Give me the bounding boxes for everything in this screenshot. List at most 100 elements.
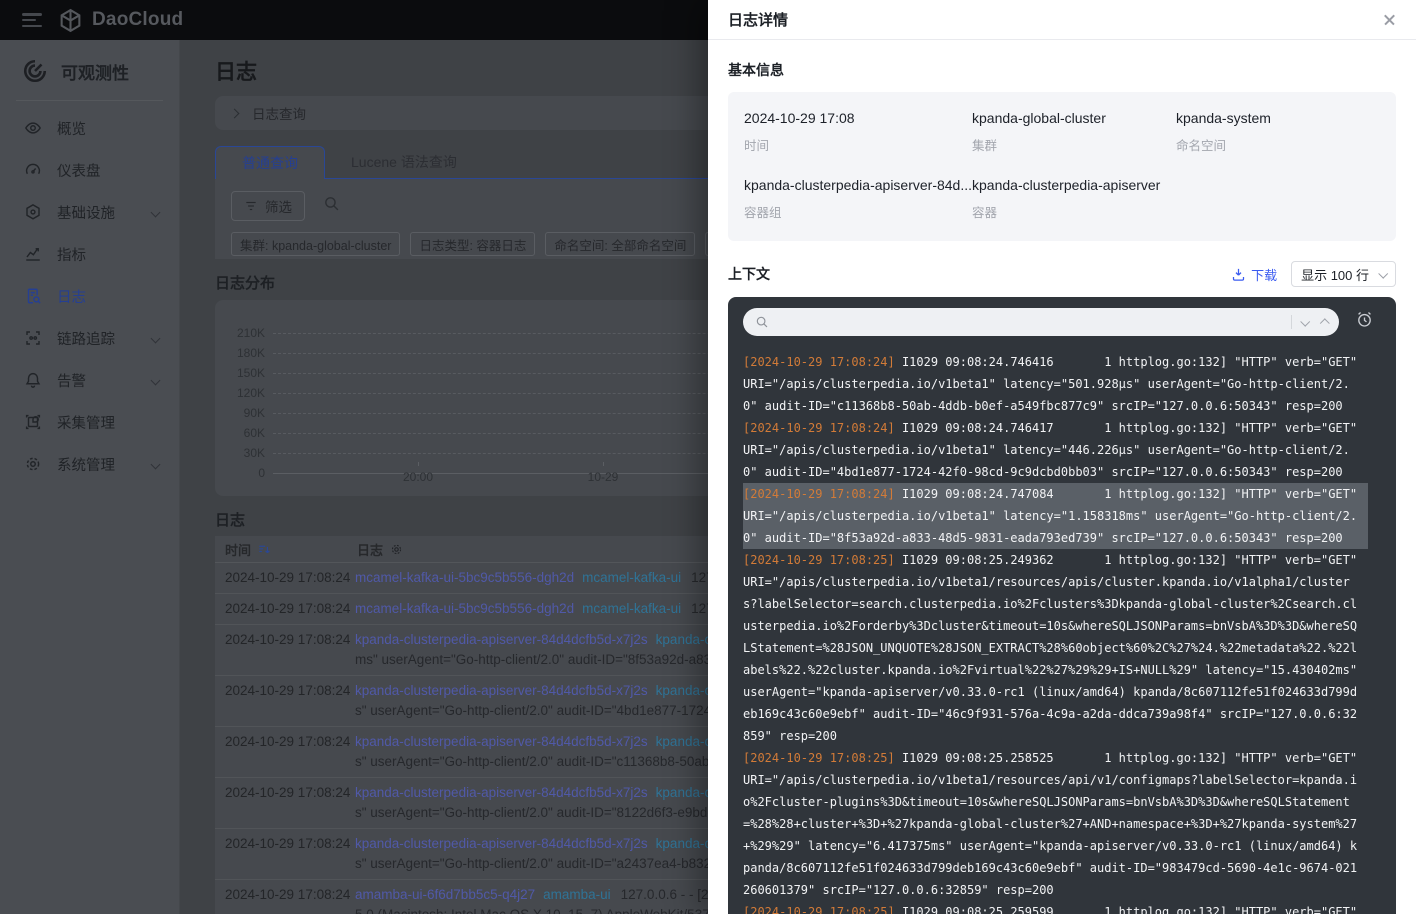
y-axis-tick-label: 120K	[227, 386, 265, 400]
prev-match-chevron-up-icon[interactable]	[1320, 318, 1330, 328]
log-line[interactable]: [2024-10-29 17:08:25] I1029 09:08:25.258…	[743, 747, 1360, 901]
pod-link[interactable]: mcamel-kafka-ui-5bc9c5b556-dgh2d	[355, 601, 574, 616]
sidebar-item-label: 系统管理	[57, 454, 152, 475]
log-line[interactable]: [2024-10-29 17:08:25] I1029 09:08:25.249…	[743, 549, 1360, 747]
log-search-input[interactable]	[769, 308, 1282, 336]
log-search-bar[interactable]	[743, 308, 1339, 336]
sidebar-item-logs[interactable]: 日志	[0, 275, 179, 317]
sidebar-item-system[interactable]: 系统管理	[0, 443, 179, 485]
y-axis-tick-label: 90K	[227, 406, 265, 420]
pod-link[interactable]: kpanda-clusterpedia-apiserver-84d4dcfb5d…	[355, 683, 648, 698]
info-field-label: 容器	[972, 202, 1176, 221]
log-line[interactable]: [2024-10-29 17:08:24] I1029 09:08:24.746…	[743, 417, 1360, 483]
log-timestamp: [2024-10-29 17:08:25]	[743, 905, 895, 914]
pod-link[interactable]: kpanda-clusterpedia-apiserver-84d4dcfb5d…	[355, 632, 648, 647]
context-toolbar: 上下文 下载 显示 100 行	[728, 261, 1396, 287]
context-title: 上下文	[728, 264, 1231, 284]
pod-link[interactable]: kpanda-clusterpedia-apiserver-84d4dcfb5d…	[355, 785, 648, 800]
log-line-highlighted[interactable]: [2024-10-29 17:08:24] I1029 09:08:24.747…	[743, 483, 1368, 549]
y-axis-tick-label: 0	[227, 466, 265, 480]
log-line[interactable]: [2024-10-29 17:08:24] I1029 09:08:24.746…	[743, 351, 1360, 417]
y-axis-tick-label: 180K	[227, 346, 265, 360]
container-link[interactable]: mcamel-kafka-ui	[582, 601, 681, 616]
hamburger-menu-icon[interactable]	[22, 13, 42, 27]
sidebar-nav: 概览仪表盘基础设施指标日志链路追踪告警采集管理系统管理	[0, 107, 179, 485]
pod-link[interactable]: mcamel-kafka-ui-5bc9c5b556-dgh2d	[355, 570, 574, 585]
log-time-cell: 2024-10-29 17:08:24	[215, 783, 355, 823]
info-field-value: kpanda-clusterpedia-apiserver-84d...	[744, 176, 972, 195]
sort-descending-icon[interactable]	[258, 543, 271, 556]
chevron-down-icon	[151, 207, 161, 217]
brand-logo[interactable]: DaoCloud	[58, 8, 183, 33]
sidebar-divider	[16, 100, 163, 101]
sidebar-item-collection[interactable]: 采集管理	[0, 401, 179, 443]
collector-icon	[24, 413, 42, 431]
filter-chip[interactable]: 集群: kpanda-global-cluster	[231, 232, 400, 256]
download-button[interactable]: 下载	[1231, 265, 1277, 284]
sidebar-item-alerts[interactable]: 告警	[0, 359, 179, 401]
sidebar-item-label: 告警	[57, 370, 152, 391]
log-timestamp: [2024-10-29 17:08:25]	[743, 751, 895, 765]
filter-chip[interactable]: 日志类型: 容器日志	[410, 232, 535, 256]
tab-normal-query[interactable]: 普通查询	[215, 146, 325, 179]
log-search-icon	[24, 287, 42, 305]
info-field: kpanda-system 命名空间	[1176, 109, 1380, 154]
log-timestamp: [2024-10-29 17:08:24]	[743, 355, 895, 369]
sidebar-item-infrastructure[interactable]: 基础设施	[0, 191, 179, 233]
y-axis-tick-label: 150K	[227, 366, 265, 380]
info-field-label: 命名空间	[1176, 135, 1380, 154]
container-link[interactable]: mcamel-kafka-ui	[582, 570, 681, 585]
y-axis-tick-label: 210K	[227, 326, 265, 340]
info-field-label: 容器组	[744, 202, 972, 221]
log-timestamp: [2024-10-29 17:08:24]	[743, 421, 895, 435]
pod-link[interactable]: amamba-ui-6f6d7bb5c5-q4j27	[355, 887, 535, 902]
container-link[interactable]: amamba-ui	[543, 887, 611, 902]
sidebar-item-label: 日志	[57, 286, 165, 307]
sidebar-item-label: 链路追踪	[57, 328, 152, 349]
tab-lucene-query[interactable]: Lucene 语法查询	[325, 145, 483, 178]
column-settings-gear-icon[interactable]	[390, 543, 403, 556]
trace-icon	[24, 329, 42, 347]
sidebar-item-dashboard[interactable]: 仪表盘	[0, 149, 179, 191]
sidebar-item-label: 指标	[57, 244, 165, 265]
pod-link[interactable]: kpanda-clusterpedia-apiserver-84d4dcfb5d…	[355, 836, 648, 851]
filter-chip[interactable]: 命名空间: 全部命名空间	[545, 232, 695, 256]
search-icon[interactable]	[323, 195, 340, 217]
x-axis-tick-mark	[418, 462, 419, 466]
x-axis-tick-mark	[603, 462, 604, 466]
realtime-timer-icon[interactable]	[1355, 310, 1374, 334]
info-field-label: 集群	[972, 135, 1176, 154]
rows-count-select[interactable]: 显示 100 行	[1291, 261, 1396, 287]
x-axis-tick-label: 10-29	[588, 470, 619, 484]
info-field-label: 时间	[744, 135, 972, 154]
info-field-value: 2024-10-29 17:08	[744, 109, 972, 128]
log-timestamp: [2024-10-29 17:08:24]	[743, 487, 895, 501]
sidebar-item-tracing[interactable]: 链路追踪	[0, 317, 179, 359]
log-time-cell: 2024-10-29 17:08:24	[215, 599, 355, 619]
hexagon-icon	[24, 203, 42, 221]
next-match-chevron-down-icon[interactable]	[1300, 316, 1310, 326]
filter-button[interactable]: 筛选	[231, 191, 305, 221]
brand-name: DaoCloud	[92, 9, 183, 31]
gear-icon	[24, 455, 42, 473]
sidebar-item-label: 仪表盘	[57, 160, 165, 181]
gauge-icon	[24, 161, 42, 179]
info-field-value: kpanda-system	[1176, 109, 1380, 128]
info-field: kpanda-clusterpedia-apiserver-84d... 容器组	[744, 176, 972, 221]
sidebar-item-label: 采集管理	[57, 412, 165, 433]
sidebar-item-overview[interactable]: 概览	[0, 107, 179, 149]
info-field: kpanda-clusterpedia-apiserver 容器	[972, 176, 1176, 221]
chevron-down-icon	[151, 333, 161, 343]
column-time[interactable]: 时间	[215, 540, 355, 559]
log-time-cell: 2024-10-29 17:08:24	[215, 732, 355, 772]
daocloud-cube-icon	[58, 8, 83, 33]
sidebar: 可观测性 概览仪表盘基础设施指标日志链路追踪告警采集管理系统管理	[0, 40, 180, 914]
y-axis-tick-label: 60K	[227, 426, 265, 440]
log-lines[interactable]: [2024-10-29 17:08:24] I1029 09:08:24.746…	[743, 351, 1380, 914]
pod-link[interactable]: kpanda-clusterpedia-apiserver-84d4dcfb5d…	[355, 734, 648, 749]
close-icon[interactable]	[1382, 12, 1398, 28]
basic-info-card: 2024-10-29 17:08时间kpanda-global-cluster集…	[728, 92, 1396, 241]
sidebar-item-metrics[interactable]: 指标	[0, 233, 179, 275]
info-field-value: kpanda-clusterpedia-apiserver	[972, 176, 1176, 195]
log-line[interactable]: [2024-10-29 17:08:25] I1029 09:08:25.259…	[743, 901, 1360, 914]
